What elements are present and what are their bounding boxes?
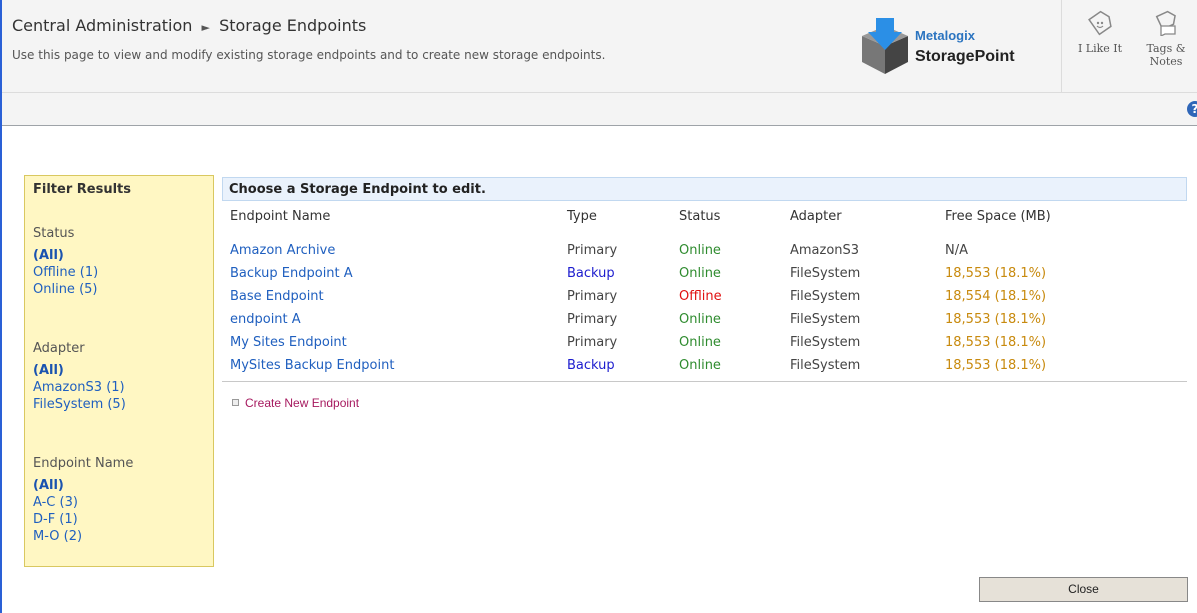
filter-results-panel: Filter Results Status (All) Offline (1) … — [24, 175, 214, 567]
endpoint-type: Backup — [567, 358, 615, 373]
endpoint-name-link[interactable]: Amazon Archive — [230, 243, 335, 258]
endpoint-type: Primary — [567, 335, 618, 350]
table-row: My Sites Endpoint Primary Online FileSys… — [222, 333, 1187, 356]
storagepoint-logo: Metalogix StoragePoint — [860, 18, 1050, 78]
endpoint-adapter: FileSystem — [790, 289, 861, 304]
endpoint-type: Primary — [567, 243, 618, 258]
header-gap — [222, 228, 1187, 241]
create-new-endpoint-link[interactable]: Create New Endpoint — [232, 396, 359, 410]
table-bottom-divider — [222, 381, 1187, 382]
table-row: Amazon Archive Primary Online AmazonS3 N… — [222, 241, 1187, 264]
endpoint-status: Offline — [679, 289, 722, 304]
endpoint-name-link[interactable]: Base Endpoint — [230, 289, 324, 304]
endpoint-adapter: AmazonS3 — [790, 243, 860, 258]
filter-status-all[interactable]: (All) — [33, 247, 98, 264]
filter-group-title: Endpoint Name — [33, 456, 134, 471]
filter-adapter-amazons3[interactable]: AmazonS3 (1) — [33, 379, 126, 396]
logo-brand: Metalogix — [915, 28, 975, 43]
filter-name-a-c[interactable]: A-C (3) — [33, 494, 133, 511]
filter-adapter-filesystem[interactable]: FileSystem (5) — [33, 396, 126, 413]
i-like-it-label: I Like It — [1077, 42, 1123, 55]
page-description: Use this page to view and modify existin… — [12, 48, 606, 62]
endpoint-free-space: 18,554 (18.1%) — [945, 289, 1047, 304]
filter-group-endpoint-name: Endpoint Name (All) A-C (3) D-F (1) M-O … — [33, 456, 133, 545]
filter-status-online[interactable]: Online (5) — [33, 281, 98, 298]
like-tag-icon — [1088, 10, 1112, 36]
filter-name-m-o[interactable]: M-O (2) — [33, 528, 133, 545]
tags-notes-button[interactable]: Tags & Notes — [1138, 10, 1194, 68]
table-row: MySites Backup Endpoint Backup Online Fi… — [222, 356, 1187, 379]
endpoint-status: Online — [679, 358, 721, 373]
help-icon[interactable]: ? — [1187, 101, 1197, 117]
endpoint-status: Online — [679, 312, 721, 327]
endpoint-free-space: 18,553 (18.1%) — [945, 358, 1047, 373]
header-divider — [1061, 0, 1062, 92]
breadcrumb: Central Administration ► Storage Endpoin… — [12, 16, 366, 35]
breadcrumb-root[interactable]: Central Administration — [12, 16, 192, 35]
breadcrumb-separator-icon: ► — [201, 21, 210, 34]
table-header: Endpoint Name Type Status Adapter Free S… — [222, 205, 1187, 228]
endpoint-adapter: FileSystem — [790, 335, 861, 350]
filter-name-all[interactable]: (All) — [33, 477, 133, 494]
logo-product: StoragePoint — [915, 48, 1015, 65]
bullet-icon — [232, 399, 239, 406]
column-header-status: Status — [679, 209, 721, 224]
endpoint-adapter: FileSystem — [790, 358, 861, 373]
column-header-free-space: Free Space (MB) — [945, 209, 1051, 224]
endpoint-free-space: 18,553 (18.1%) — [945, 312, 1047, 327]
tags-notes-label-1: Tags & — [1146, 42, 1186, 55]
section-title: Choose a Storage Endpoint to edit. — [222, 177, 1187, 201]
endpoint-free-space: 18,553 (18.1%) — [945, 266, 1047, 281]
endpoint-adapter: FileSystem — [790, 312, 861, 327]
filter-status-offline[interactable]: Offline (1) — [33, 264, 98, 281]
filter-group-title: Adapter — [33, 341, 85, 356]
filter-group-title: Status — [33, 226, 75, 241]
endpoint-name-link[interactable]: MySites Backup Endpoint — [230, 358, 394, 373]
create-new-endpoint-label: Create New Endpoint — [245, 396, 360, 410]
endpoint-name-link[interactable]: Backup Endpoint A — [230, 266, 353, 281]
endpoint-status: Online — [679, 243, 721, 258]
endpoint-type: Backup — [567, 266, 615, 281]
endpoint-status: Online — [679, 335, 721, 350]
endpoint-free-space: 18,553 (18.1%) — [945, 335, 1047, 350]
close-button[interactable]: Close — [979, 577, 1188, 602]
table-row: Backup Endpoint A Backup Online FileSyst… — [222, 264, 1187, 287]
table-row: Base Endpoint Primary Offline FileSystem… — [222, 287, 1187, 310]
breadcrumb-current: Storage Endpoints — [219, 16, 367, 35]
i-like-it-button[interactable]: I Like It — [1072, 10, 1128, 55]
filter-group-status: Status (All) Offline (1) Online (5) — [33, 226, 98, 298]
endpoint-table: Endpoint Name Type Status Adapter Free S… — [222, 205, 1187, 379]
endpoint-type: Primary — [567, 312, 618, 327]
tags-notes-label-2: Notes — [1149, 55, 1183, 68]
column-header-adapter: Adapter — [790, 209, 842, 224]
table-row: endpoint A Primary Online FileSystem 18,… — [222, 310, 1187, 333]
tags-notes-icon — [1155, 10, 1176, 36]
column-header-name: Endpoint Name — [230, 209, 331, 224]
filter-adapter-all[interactable]: (All) — [33, 362, 126, 379]
endpoint-free-space: N/A — [945, 243, 968, 258]
endpoint-name-link[interactable]: endpoint A — [230, 312, 301, 327]
storagepoint-box-icon — [862, 18, 908, 74]
ribbon-toolbar: ? — [2, 93, 1197, 126]
endpoint-status: Online — [679, 266, 721, 281]
column-header-type: Type — [567, 209, 597, 224]
endpoint-name-link[interactable]: My Sites Endpoint — [230, 335, 347, 350]
filter-group-adapter: Adapter (All) AmazonS3 (1) FileSystem (5… — [33, 341, 126, 413]
filter-name-d-f[interactable]: D-F (1) — [33, 511, 133, 528]
filter-title: Filter Results — [33, 182, 131, 197]
page-header: Central Administration ► Storage Endpoin… — [2, 0, 1197, 93]
endpoint-type: Primary — [567, 289, 618, 304]
endpoint-adapter: FileSystem — [790, 266, 861, 281]
